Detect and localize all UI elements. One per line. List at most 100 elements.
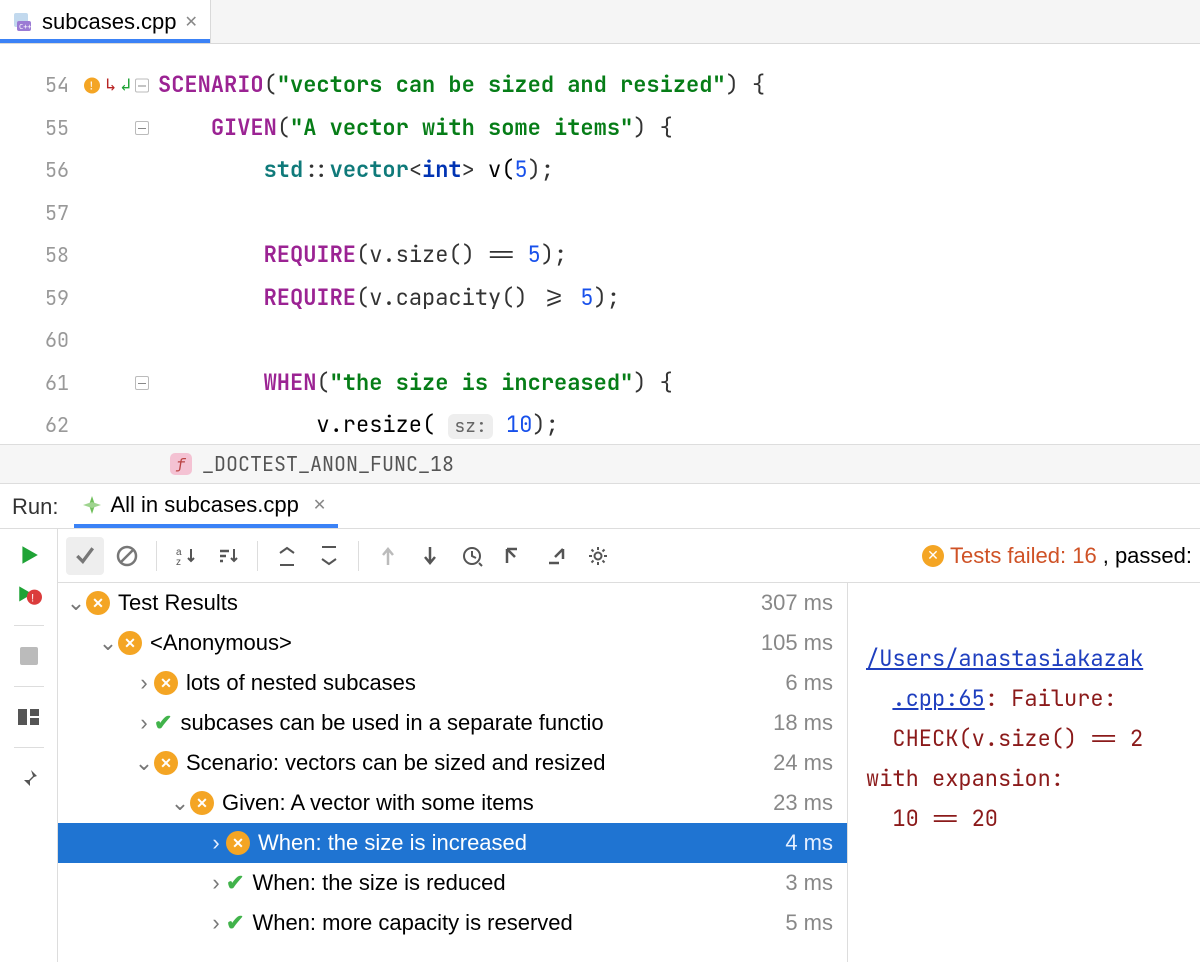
test-label: When: the size is reduced	[252, 870, 785, 896]
pass-icon: ✔	[226, 910, 244, 936]
rerun-failed-icon[interactable]: !	[15, 581, 43, 609]
fail-icon: ✕	[154, 671, 178, 695]
breadcrumb[interactable]: f _DOCTEST_ANON_FUNC_18	[0, 444, 1200, 484]
tests-failed-text: Tests failed: 16	[950, 543, 1097, 569]
close-icon[interactable]: ✕	[307, 495, 326, 515]
breakpoint-icon[interactable]: !	[83, 76, 101, 94]
svg-text:C++: C++	[19, 23, 32, 31]
fail-badge-icon: ✕	[922, 545, 944, 567]
run-config-label: All in subcases.cpp	[110, 492, 298, 518]
run-config-tab[interactable]: All in subcases.cpp ✕	[74, 486, 338, 528]
fail-icon: ✕	[154, 751, 178, 775]
settings-icon[interactable]	[579, 537, 617, 575]
code-area[interactable]: SCENARIO("vectors can be sized and resiz…	[158, 44, 765, 444]
code-line[interactable]: SCENARIO("vectors can be sized and resiz…	[158, 64, 765, 107]
show-passed-toggle[interactable]	[66, 537, 104, 575]
test-tree-row[interactable]: ›✕When: the size is increased4 ms	[58, 823, 847, 863]
tests-passed-text: , passed:	[1103, 543, 1192, 569]
run-label: Run:	[12, 494, 58, 528]
function-icon: f	[170, 453, 192, 475]
sort-duration-icon[interactable]	[209, 537, 247, 575]
chevron-icon[interactable]: ›	[206, 870, 226, 896]
expand-all-icon[interactable]	[268, 537, 306, 575]
rerun-icon[interactable]	[15, 541, 43, 569]
test-duration: 23 ms	[773, 790, 833, 816]
test-tree-row[interactable]: ⌄✕<Anonymous>105 ms	[58, 623, 847, 663]
fold-icon[interactable]	[135, 78, 149, 92]
test-tree-row[interactable]: ›✔subcases can be used in a separate fun…	[58, 703, 847, 743]
code-line[interactable]: v.resize( sz: 10);	[158, 404, 765, 447]
test-label: When: more capacity is reserved	[252, 910, 785, 936]
test-label: Given: A vector with some items	[222, 790, 773, 816]
pass-icon: ✔	[154, 710, 172, 736]
breadcrumb-label: _DOCTEST_ANON_FUNC_18	[202, 451, 454, 477]
svg-text:z: z	[176, 557, 181, 567]
test-output[interactable]: /Users/anastasiakazak .cpp:65: Failure: …	[848, 583, 1200, 962]
file-tab[interactable]: C++ subcases.cpp ✕	[0, 0, 211, 43]
test-tree[interactable]: ⌄✕Test Results307 ms⌄✕<Anonymous>105 ms›…	[58, 583, 848, 962]
run-config-icon	[82, 495, 102, 515]
pin-icon[interactable]	[15, 764, 43, 792]
run-tool-window: ! az ✕ Tests failed: 16, passe	[0, 528, 1200, 962]
chevron-icon[interactable]: ⌄	[170, 790, 190, 816]
chevron-icon[interactable]: ›	[206, 910, 226, 936]
file-link[interactable]: /Users/anastasiakazak	[866, 644, 1143, 673]
svg-text:!: !	[31, 593, 34, 605]
pass-icon: ✔	[226, 870, 244, 896]
test-label: Scenario: vectors can be sized and resiz…	[186, 750, 773, 776]
code-line[interactable]: WHEN("the size is increased") {	[158, 362, 765, 405]
next-fail-icon[interactable]	[411, 537, 449, 575]
chevron-icon[interactable]: ›	[134, 710, 154, 736]
export-icon[interactable]	[537, 537, 575, 575]
fail-icon: ✕	[118, 631, 142, 655]
code-line[interactable]	[158, 192, 765, 235]
chevron-icon[interactable]: ›	[134, 670, 154, 696]
code-line[interactable]: REQUIRE(v.capacity() >= 5);	[158, 277, 765, 320]
import-icon[interactable]	[495, 537, 533, 575]
fold-icon[interactable]	[135, 121, 149, 135]
code-line[interactable]: GIVEN("A vector with some items") {	[158, 107, 765, 150]
editor-tabbar: C++ subcases.cpp ✕	[0, 0, 1200, 44]
test-duration: 307 ms	[761, 590, 833, 616]
test-duration: 18 ms	[773, 710, 833, 736]
test-tree-row[interactable]: ›✕lots of nested subcases6 ms	[58, 663, 847, 703]
test-label: When: the size is increased	[258, 830, 785, 856]
test-duration: 105 ms	[761, 630, 833, 656]
code-line[interactable]: std::vector<int> v(5);	[158, 149, 765, 192]
test-duration: 5 ms	[785, 910, 833, 936]
chevron-icon[interactable]: ⌄	[98, 630, 118, 656]
code-line[interactable]: REQUIRE(v.size() == 5);	[158, 234, 765, 277]
inlay-hint: sz:	[448, 414, 492, 439]
layout-icon[interactable]	[15, 703, 43, 731]
chevron-icon[interactable]: ⌄	[66, 590, 86, 616]
code-line[interactable]	[158, 319, 765, 362]
code-editor[interactable]: 54 ! ↳ ↲ 55 56 57 58 59 60 61 62 SCENARI…	[0, 44, 1200, 444]
cpp-file-icon: C++	[12, 11, 34, 33]
test-toolbar: az ✕ Tests failed: 16, passed:	[58, 529, 1200, 583]
test-duration: 24 ms	[773, 750, 833, 776]
prev-fail-icon[interactable]	[369, 537, 407, 575]
show-ignored-toggle[interactable]	[108, 537, 146, 575]
close-icon[interactable]: ✕	[185, 12, 198, 32]
stop-icon[interactable]	[15, 642, 43, 670]
vcs-out-icon[interactable]: ↳	[105, 74, 116, 97]
test-tree-row[interactable]: ›✔ When: more capacity is reserved5 ms	[58, 903, 847, 943]
sort-icon[interactable]: az	[167, 537, 205, 575]
fail-icon: ✕	[226, 831, 250, 855]
file-tab-label: subcases.cpp	[42, 9, 177, 35]
run-window-header: Run: All in subcases.cpp ✕	[0, 484, 1200, 528]
collapse-all-icon[interactable]	[310, 537, 348, 575]
test-label: Test Results	[118, 590, 761, 616]
chevron-icon[interactable]: ›	[206, 830, 226, 856]
test-tree-row[interactable]: ⌄✕Test Results307 ms	[58, 583, 847, 623]
test-tree-row[interactable]: ⌄✕Given: A vector with some items23 ms	[58, 783, 847, 823]
test-duration: 3 ms	[785, 870, 833, 896]
test-tree-row[interactable]: ›✔ When: the size is reduced3 ms	[58, 863, 847, 903]
vcs-in-icon[interactable]: ↲	[120, 74, 131, 97]
history-icon[interactable]	[453, 537, 491, 575]
test-duration: 6 ms	[785, 670, 833, 696]
test-tree-row[interactable]: ⌄✕ Scenario: vectors can be sized and res…	[58, 743, 847, 783]
fold-icon[interactable]	[135, 376, 149, 390]
chevron-icon[interactable]: ⌄	[134, 750, 154, 776]
run-left-rail: !	[0, 529, 58, 962]
